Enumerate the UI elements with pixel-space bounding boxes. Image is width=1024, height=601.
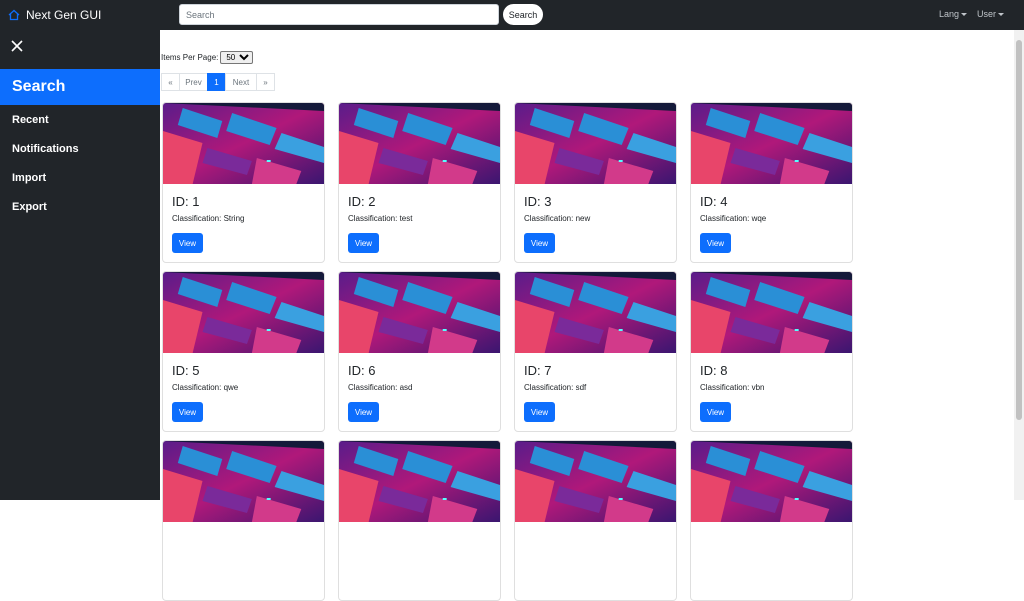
card-id: ID: 5 (172, 363, 200, 378)
view-button[interactable]: View (524, 402, 555, 422)
page-1-button[interactable]: 1 (207, 73, 226, 91)
result-card: ID: 5 Classification: qwe View (162, 271, 325, 432)
card-image (163, 441, 324, 522)
card-classification: Classification: asd (348, 383, 413, 392)
card-image (691, 272, 852, 353)
card-image (339, 272, 500, 353)
card-id: ID: 3 (524, 194, 552, 209)
card-id: ID: 2 (348, 194, 376, 209)
next-page-button[interactable]: Next (225, 73, 257, 91)
result-card: ID: 1 Classification: String View (162, 102, 325, 263)
items-per-page-select[interactable]: 50 (220, 51, 254, 64)
card-id: ID: 7 (524, 363, 552, 378)
result-card: ID: 6 Classification: asd View (338, 271, 501, 432)
view-button[interactable]: View (348, 402, 379, 422)
view-button[interactable]: View (700, 402, 731, 422)
caret-down-icon (960, 12, 967, 16)
first-page-button[interactable]: « (161, 73, 180, 91)
card-image (339, 441, 500, 522)
pagination: « Prev 1 Next » (161, 73, 275, 91)
lang-dropdown[interactable]: Lang (939, 9, 967, 19)
sidebar-item-export[interactable]: Export (12, 201, 47, 213)
lang-dropdown-label: Lang (938, 9, 959, 19)
result-card: ID: 7 Classification: sdf View (514, 271, 677, 432)
card-classification: Classification: new (524, 214, 591, 223)
sidebar-item-search[interactable]: Search (0, 69, 160, 105)
card-image (691, 441, 852, 522)
result-card: ID: 2 Classification: test View (338, 102, 501, 263)
result-card (514, 440, 677, 601)
items-per-page-label: Items Per Page: (161, 53, 219, 62)
prev-page-button[interactable]: Prev (179, 73, 208, 91)
sidebar-item-recent[interactable]: Recent (12, 114, 49, 126)
view-button[interactable]: View (524, 233, 555, 253)
card-id: ID: 1 (172, 194, 200, 209)
view-button[interactable]: View (172, 233, 203, 253)
home-icon (8, 9, 20, 21)
card-classification: Classification: qwe (172, 383, 239, 392)
scrollbar-thumb[interactable] (1016, 40, 1022, 420)
card-id: ID: 4 (700, 194, 728, 209)
result-card (162, 440, 325, 601)
card-image (339, 103, 500, 184)
result-card: ID: 3 Classification: new View (514, 102, 677, 263)
card-image (163, 272, 324, 353)
search-button[interactable]: Search (503, 4, 543, 25)
view-button[interactable]: View (172, 402, 203, 422)
user-dropdown-label: User (976, 9, 996, 19)
card-image (515, 441, 676, 522)
search-input[interactable] (179, 4, 499, 25)
card-id: ID: 6 (348, 363, 376, 378)
card-image (515, 103, 676, 184)
caret-down-icon (998, 12, 1004, 16)
card-classification: Classification: vbn (700, 383, 765, 392)
navbar-menus: Lang User (939, 9, 1004, 19)
sidebar-item-import[interactable]: Import (12, 172, 46, 184)
card-image (163, 103, 324, 184)
main-content: Items Per Page: 50 « Prev 1 Next » ID: 1… (160, 30, 1014, 601)
sidebar: Search Recent Notifications Import Expor… (0, 30, 160, 500)
close-icon[interactable] (9, 38, 25, 54)
view-button[interactable]: View (348, 233, 379, 253)
sidebar-item-notifications[interactable]: Notifications (12, 143, 79, 155)
result-card: ID: 8 Classification: vbn View (690, 271, 853, 432)
last-page-button[interactable]: » (256, 73, 275, 91)
items-per-page: Items Per Page: 50 (161, 51, 254, 64)
result-card (338, 440, 501, 601)
card-classification: Classification: wqe (700, 214, 767, 223)
card-classification: Classification: sdf (524, 383, 587, 392)
card-image (691, 103, 852, 184)
scrollbar[interactable] (1014, 30, 1024, 500)
brand-link[interactable]: Next Gen GUI (8, 8, 178, 22)
card-id: ID: 8 (700, 363, 728, 378)
card-image (515, 272, 676, 353)
view-button[interactable]: View (700, 233, 731, 253)
card-classification: Classification: String (172, 214, 245, 223)
user-dropdown[interactable]: User (977, 9, 1004, 19)
brand-title: Next Gen GUI (26, 8, 102, 22)
card-classification: Classification: test (348, 214, 413, 223)
result-card (690, 440, 853, 601)
result-card: ID: 4 Classification: wqe View (690, 102, 853, 263)
